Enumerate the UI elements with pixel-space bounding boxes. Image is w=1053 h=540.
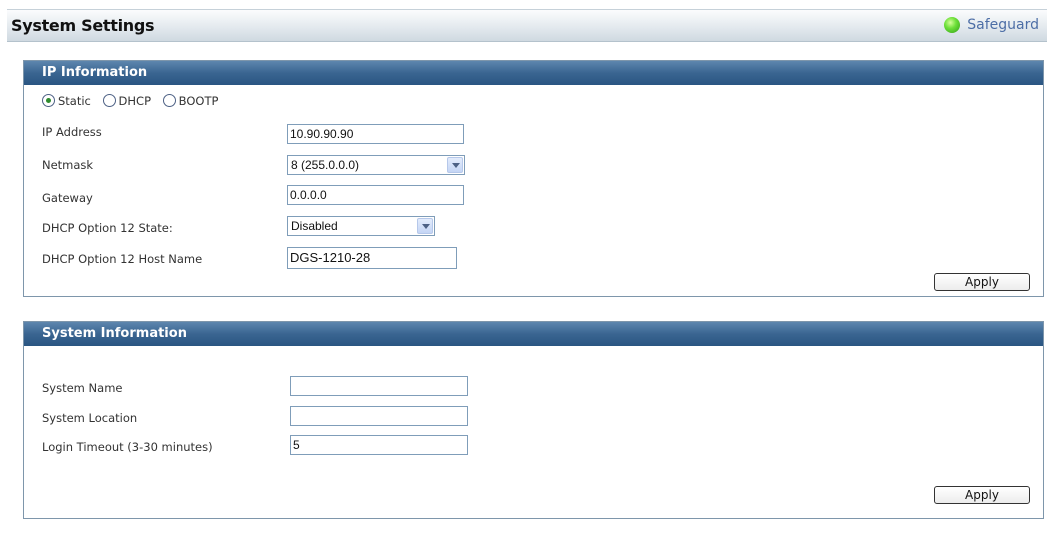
netmask-value: 8 (255.0.0.0) [291,158,360,172]
dhcp-option12-state-label: DHCP Option 12 State: [42,221,173,235]
login-timeout-label: Login Timeout (3-30 minutes) [42,440,213,454]
safeguard-label: Safeguard [967,17,1039,33]
ip-address-label: IP Address [42,125,102,139]
chevron-down-icon[interactable] [447,157,463,173]
title-bar: System Settings Safeguard [7,9,1047,42]
netmask-label: Netmask [42,158,94,172]
system-location-input[interactable] [290,406,468,426]
radio-checked-icon[interactable] [42,94,55,107]
page-title: System Settings [11,16,155,35]
dhcp-option12-state-value: Disabled [291,219,338,233]
login-timeout-input[interactable]: 5 [290,435,468,455]
chevron-down-icon[interactable] [417,218,433,234]
ip-mode-group: Static DHCP BOOTP [42,94,226,108]
system-name-label: System Name [42,381,123,395]
system-apply-button[interactable]: Apply [934,486,1030,504]
ip-apply-button[interactable]: Apply [934,273,1030,291]
radio-unchecked-icon[interactable] [102,94,116,107]
system-location-label: System Location [42,411,138,425]
radio-unchecked-icon[interactable] [162,94,176,107]
ip-information-panel: IP Information Static DHCP BOOTP IP Addr… [23,60,1044,297]
ip-address-input[interactable]: 10.90.90.90 [287,124,464,144]
gateway-input[interactable]: 0.0.0.0 [287,185,464,205]
radio-dhcp[interactable]: DHCP [102,94,151,108]
gateway-label: Gateway [42,191,93,205]
dhcp-option12-state-select[interactable]: Disabled [287,216,435,236]
system-information-panel: System Information System Name System Lo… [23,321,1044,519]
system-name-input[interactable] [290,376,468,396]
safeguard-indicator[interactable]: Safeguard [944,17,1039,33]
ip-information-header: IP Information [24,61,1043,85]
dhcp-option12-host-input[interactable]: DGS-1210-28 [287,247,457,269]
dhcp-option12-host-label: DHCP Option 12 Host Name [42,252,203,266]
status-led-icon [944,17,961,33]
radio-static[interactable]: Static [42,94,91,108]
system-information-header: System Information [24,322,1043,346]
netmask-select[interactable]: 8 (255.0.0.0) [287,155,465,175]
radio-bootp[interactable]: BOOTP [162,94,218,108]
